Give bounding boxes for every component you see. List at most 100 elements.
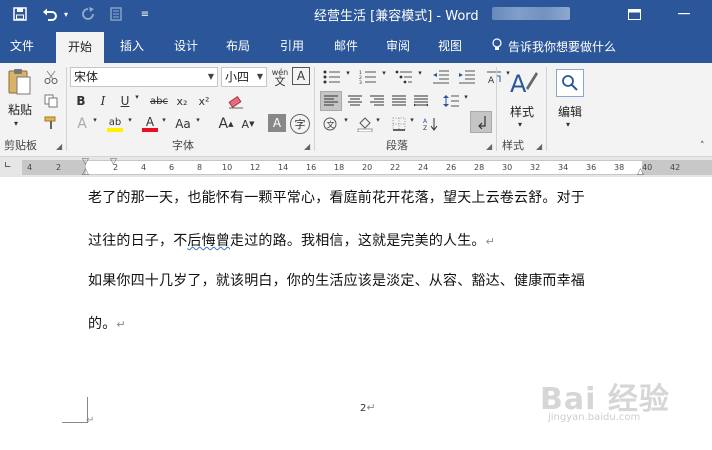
chevron-down-icon[interactable]: ▾: [133, 93, 141, 101]
doc-line-4: 的。↵: [88, 316, 126, 332]
numbering-icon[interactable]: 123: [356, 67, 380, 87]
enclose-char-button[interactable]: 字: [290, 114, 310, 134]
hanging-indent-marker[interactable]: ▽: [110, 157, 117, 167]
horizontal-ruler[interactable]: ∟ 4 2 2 4 6 8 10 12 14 16 18 20 22 24 26…: [4, 160, 712, 175]
chevron-down-icon[interactable]: ▼: [208, 68, 214, 86]
asian-layout-icon[interactable]: A: [484, 67, 504, 87]
save-icon[interactable]: [8, 3, 32, 25]
show-hide-marks-icon[interactable]: [470, 111, 492, 133]
chevron-down-icon[interactable]: ▾: [408, 116, 416, 124]
chevron-down-icon[interactable]: ▾: [566, 120, 570, 129]
grow-font-button[interactable]: A ▲: [216, 114, 236, 134]
chevron-down-icon[interactable]: ▾: [416, 69, 424, 77]
first-line-indent-marker[interactable]: ▽: [82, 157, 89, 167]
tell-me-box[interactable]: 告诉我你想要做什么: [492, 38, 616, 55]
character-shading-button[interactable]: A: [268, 114, 286, 132]
phonetic-guide-button[interactable]: wén 文: [270, 66, 290, 88]
chevron-down-icon[interactable]: ▾: [462, 93, 470, 101]
right-indent-marker[interactable]: △: [637, 167, 644, 177]
tab-view[interactable]: 视图: [438, 37, 462, 59]
distributed-icon[interactable]: [410, 91, 432, 111]
styles-button-label[interactable]: 样式: [510, 103, 534, 120]
clear-formatting-icon[interactable]: [226, 91, 246, 111]
enclose-characters-button[interactable]: A: [292, 67, 310, 85]
tab-review[interactable]: 审阅: [386, 37, 410, 59]
paste-dropdown-icon[interactable]: ▾: [14, 119, 18, 128]
font-color-button[interactable]: A: [140, 114, 160, 134]
spell-check-squiggle[interactable]: 后悔曾: [187, 233, 230, 249]
ribbon-display-options-icon[interactable]: [614, 2, 654, 26]
tab-layout[interactable]: 布局: [226, 37, 250, 59]
chevron-down-icon[interactable]: ▾: [91, 116, 99, 124]
font-size-value: 小四: [225, 70, 250, 84]
shading-icon[interactable]: [354, 114, 376, 134]
paste-label[interactable]: 粘贴: [8, 101, 32, 118]
bold-button[interactable]: B: [72, 91, 90, 111]
chevron-down-icon[interactable]: ▾: [518, 120, 522, 129]
strikethrough-button[interactable]: abc: [148, 91, 170, 111]
left-indent-marker[interactable]: △: [82, 167, 89, 177]
styles-launcher-icon[interactable]: ◢: [536, 142, 542, 151]
align-center-icon[interactable]: [344, 91, 366, 111]
underline-button[interactable]: U: [116, 91, 134, 111]
tab-selector-icon[interactable]: ∟: [4, 161, 18, 174]
shrink-font-button[interactable]: A ▼: [238, 114, 258, 134]
tab-design[interactable]: 设计: [174, 37, 198, 59]
chevron-down-icon[interactable]: ▾: [344, 69, 352, 77]
clipboard-launcher-icon[interactable]: ◢: [56, 142, 62, 151]
paste-icon[interactable]: [6, 67, 32, 97]
text-effects-button[interactable]: A: [72, 114, 92, 134]
svg-text:A: A: [510, 70, 527, 98]
chevron-down-icon[interactable]: ▼: [257, 68, 263, 86]
ruler-tick: 28: [474, 163, 485, 172]
highlight-color-button[interactable]: ab: [104, 114, 126, 134]
undo-dropdown-icon[interactable]: ▾: [61, 3, 71, 25]
line-spacing-icon[interactable]: [440, 91, 462, 111]
chevron-down-icon[interactable]: ▾: [160, 116, 168, 124]
format-painter-icon[interactable]: [42, 114, 60, 132]
undo-icon[interactable]: [40, 3, 60, 25]
chevron-down-icon[interactable]: ▾: [374, 116, 382, 124]
tab-references[interactable]: 引用: [280, 37, 304, 59]
copy-icon[interactable]: [42, 92, 60, 110]
chevron-down-icon[interactable]: ▾: [126, 116, 134, 124]
minimize-icon[interactable]: [664, 2, 704, 26]
multilevel-list-icon[interactable]: [392, 67, 416, 87]
group-separator: [496, 67, 497, 151]
change-case-button[interactable]: Aa: [172, 114, 194, 134]
tab-file[interactable]: 文件: [10, 37, 34, 59]
customize-quick-access-icon[interactable]: ≡: [138, 3, 152, 25]
font-name-combo[interactable]: 宋体 ▼: [70, 67, 218, 87]
doc-line-1: 老了的那一天，也能怀有一颗平常心，看庭前花开花落，望天上云卷云舒。对于: [88, 190, 585, 206]
search-icon[interactable]: [556, 69, 584, 97]
cut-icon[interactable]: [42, 68, 60, 86]
font-size-combo[interactable]: 小四 ▼: [221, 67, 267, 87]
subscript-button[interactable]: x₂: [172, 91, 192, 111]
tab-insert[interactable]: 插入: [120, 37, 144, 59]
tab-mailings[interactable]: 邮件: [334, 37, 358, 59]
paragraph-launcher-icon[interactable]: ◢: [486, 142, 492, 151]
chevron-down-icon[interactable]: ▾: [342, 116, 350, 124]
tab-home[interactable]: 开始: [56, 32, 105, 63]
bullets-icon[interactable]: [320, 67, 344, 87]
justify-icon[interactable]: [388, 91, 410, 111]
styles-icon[interactable]: A: [506, 67, 540, 99]
increase-indent-icon[interactable]: [456, 67, 478, 87]
chevron-down-icon[interactable]: ▾: [380, 69, 388, 77]
document-page[interactable]: 老了的那一天，也能怀有一颗平常心，看庭前花开花落，望天上云卷云舒。对于 过往的日…: [0, 177, 712, 450]
editing-button-label[interactable]: 编辑: [558, 103, 582, 120]
collapse-ribbon-icon[interactable]: ˄: [700, 141, 705, 151]
chinese-layout-icon[interactable]: 文: [320, 114, 342, 134]
italic-button[interactable]: I: [94, 91, 112, 111]
sort-icon[interactable]: AZ: [420, 114, 444, 134]
print-preview-icon[interactable]: [106, 3, 126, 25]
font-launcher-icon[interactable]: ◢: [304, 142, 310, 151]
align-left-icon[interactable]: [320, 91, 342, 111]
highlight-color-swatch: [107, 127, 123, 132]
superscript-button[interactable]: x²: [194, 91, 214, 111]
borders-icon[interactable]: [388, 114, 410, 134]
chevron-down-icon[interactable]: ▾: [194, 116, 202, 124]
redo-icon[interactable]: [78, 3, 98, 25]
align-right-icon[interactable]: [366, 91, 388, 111]
decrease-indent-icon[interactable]: [430, 67, 452, 87]
